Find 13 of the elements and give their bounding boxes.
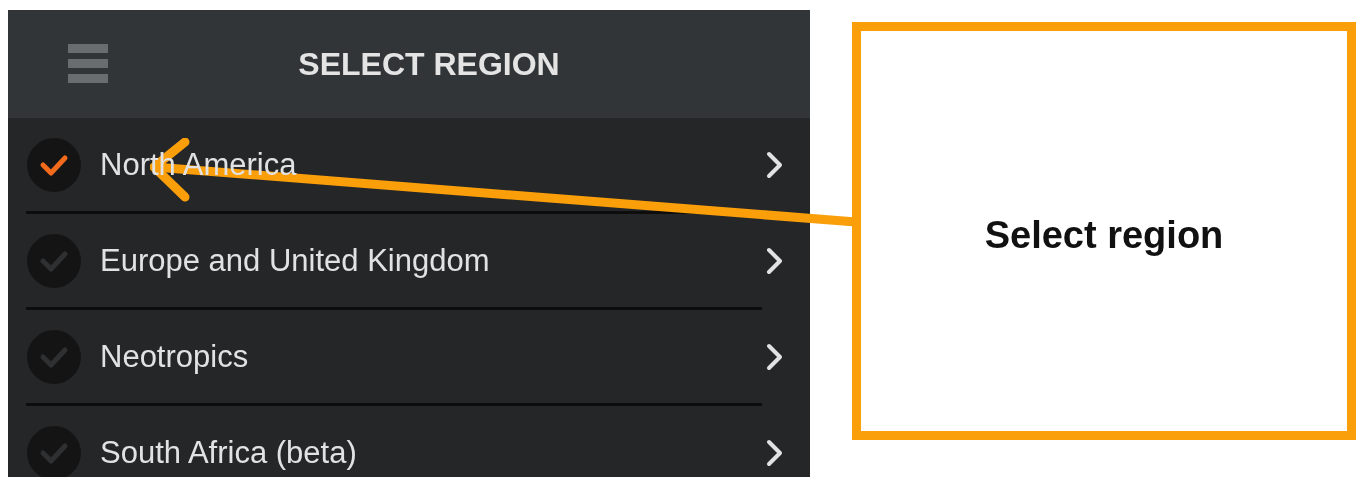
screen-title: SELECT REGION	[297, 45, 561, 83]
chevron-right-icon	[766, 438, 784, 467]
chevron-right-icon	[766, 150, 784, 179]
chevron-right-icon	[766, 246, 784, 275]
region-label: South Africa (beta)	[100, 434, 357, 471]
menu-icon[interactable]	[68, 44, 108, 84]
region-label: Neotropics	[100, 338, 249, 375]
chevron-right-icon	[766, 342, 784, 371]
region-item[interactable]: Europe and United Kingdom	[8, 214, 810, 307]
callout-text: Select region	[984, 213, 1224, 257]
region-item[interactable]: South Africa (beta)	[8, 406, 810, 477]
region-item[interactable]: Neotropics	[8, 310, 810, 403]
region-label: Europe and United Kingdom	[100, 242, 490, 279]
